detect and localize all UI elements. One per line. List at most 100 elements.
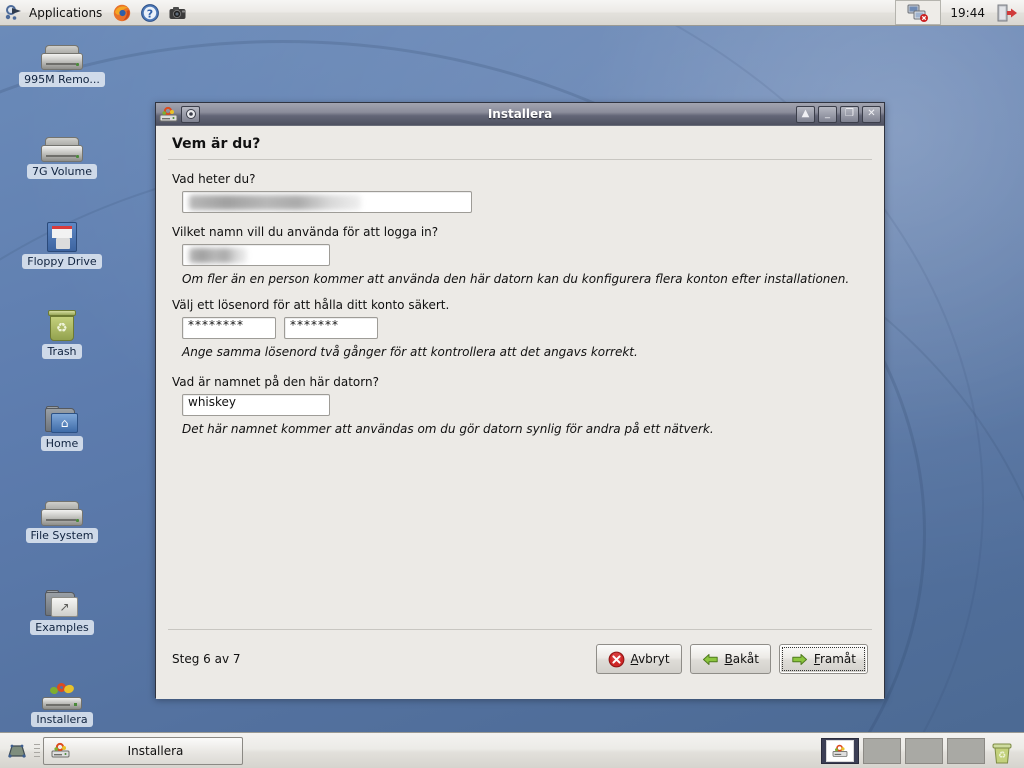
back-button-label: Bakåt [725,652,759,666]
desktop-icon-installer[interactable]: Installera [14,668,110,730]
applications-menu-label: Applications [29,5,103,20]
logout-icon[interactable] [994,2,1020,24]
desktop-icon-label: Examples [30,620,94,635]
filesystem-drive-icon [14,484,110,526]
bottom-panel: Installera ♻ [0,732,1024,768]
clock[interactable]: 19:44 [943,6,992,20]
workspace-1[interactable] [821,737,859,764]
desktop-icon-filesystem[interactable]: File System [14,484,110,546]
desktop-icon-label: 7G Volume [27,164,97,179]
help-icon: ? [140,3,160,23]
cancel-button-label: Avbryt [631,652,670,666]
password-input[interactable]: ******** [182,317,276,339]
redacted-username-value [189,248,247,263]
arrow-left-green-icon [702,651,719,668]
page-heading-area: Vem är du? [156,126,884,159]
step-indicator: Steg 6 av 7 [172,652,241,666]
floppy-disk-icon [14,210,110,252]
hostname-input[interactable]: whiskey [182,394,330,416]
forward-button-label: Framåt [814,652,856,666]
desktop-icon-volume[interactable]: 7G Volume [14,120,110,182]
desktop-icon-home[interactable]: ⌂ Home [14,392,110,454]
desktop-icon-label: Installera [31,712,93,727]
screenshot-camera-icon [168,3,188,23]
arrow-right-green-icon [791,651,808,668]
stick-on-all-workspaces-icon[interactable] [181,105,200,123]
firefox-icon [112,3,132,23]
cancel-rest: vbryt [638,652,670,666]
cancel-red-x-icon [608,651,625,668]
desktop-icon-label: Trash [42,344,82,359]
show-desktop-icon[interactable] [3,736,31,766]
examples-folder-link-icon: ↗ [14,576,110,618]
desktop-icon-label: 995M Remo... [19,72,105,87]
help-launcher[interactable]: ? [136,1,164,24]
workspace-4[interactable] [947,737,985,764]
harddisk-volume-icon [14,120,110,162]
ubuntu-installer-icon[interactable] [159,106,178,123]
window-close-button[interactable]: ✕ [862,105,881,123]
firefox-launcher[interactable] [108,1,136,24]
workspace-window-thumbnail [826,739,854,762]
password-confirm-input[interactable]: ******* [284,317,378,339]
svg-text:?: ? [147,7,153,20]
svg-text:♻: ♻ [998,751,1006,761]
cancel-mnemonic: A [630,652,639,666]
footer-buttons: Avbryt Bakåt Framåt [595,644,868,674]
password-hint: Ange samma lösenord två gånger för att k… [182,345,638,359]
top-panel-right-area: 19:44 [895,0,1024,25]
window-footer: Steg 6 av 7 Avbryt Bakåt Framåt [156,629,884,699]
workspace-2[interactable] [863,737,901,764]
desktop-icon-label: File System [25,528,99,543]
desktop-icon-examples[interactable]: ↗ Examples [14,576,110,638]
hostname-hint: Det här namnet kommer att användas om du… [182,422,714,436]
window-titlebar[interactable]: Installera ▲ _ ❐ ✕ [156,103,884,125]
trash-icon: ♻ [14,300,110,342]
installer-window: Installera ▲ _ ❐ ✕ Vem är du? Vad heter … [155,102,885,699]
cdrom-drive-icon [14,28,110,70]
gnome-foot-icon [4,3,24,23]
network-disconnected-icon[interactable] [895,0,942,25]
page-title: Vem är du? [172,136,261,152]
window-maximize-button[interactable]: ❐ [840,105,859,123]
desktop-icon-trash[interactable]: ♻ Trash [14,300,110,362]
back-mnemonic: B [724,652,733,666]
back-rest: akåt [732,652,759,666]
screenshot-launcher[interactable] [164,1,192,24]
taskbar-window-label: Installera [127,743,184,758]
window-body: Vem är du? Vad heter du? Vilket namn vil… [156,125,884,699]
password-label: Välj ett lösenord för att hålla ditt kon… [172,298,450,312]
desktop-icon-label: Home [40,436,84,451]
forward-button[interactable]: Framåt [778,644,868,674]
fullname-label: Vad heter du? [172,172,256,186]
username-input[interactable] [182,244,330,266]
window-minimize-button[interactable]: _ [818,105,837,123]
window-title: Installera [487,107,553,121]
hostname-label: Vad är namnet på den här datorn? [172,375,379,389]
window-shade-button[interactable]: ▲ [796,105,815,123]
desktop-icon-label: Floppy Drive [22,254,102,269]
username-hint: Om fler än en person kommer att använda … [182,272,850,286]
redacted-fullname-value [189,195,361,210]
desktop-icon-floppy[interactable]: Floppy Drive [14,210,110,272]
panel-drag-handle[interactable] [34,738,40,764]
user-setup-form: Vad heter du? Vilket namn vill du använd… [156,160,884,436]
back-button[interactable]: Bakåt [689,644,771,674]
ubuntu-installer-icon [14,668,110,710]
username-label: Vilket namn vill du använda för att logg… [172,225,439,239]
bottom-panel-right-area: ♻ [821,737,1021,765]
desktop-icon-cdrom[interactable]: 995M Remo... [14,28,110,90]
fullname-input[interactable] [182,191,472,213]
top-panel: Applications ? 19:44 [0,0,1024,26]
screen: 995M Remo... 7G Volume Floppy Drive ♻ Tr… [0,0,1024,768]
taskbar-window-button-installera[interactable]: Installera [43,736,243,765]
workspace-3[interactable] [905,737,943,764]
workspace-switcher[interactable] [821,737,985,764]
password-row: ******** ******* [172,317,868,339]
forward-rest: ramåt [819,652,856,666]
ubuntu-installer-icon [51,742,70,759]
applications-menu[interactable]: Applications [0,1,108,24]
cancel-button[interactable]: Avbryt [595,644,682,674]
home-folder-icon: ⌂ [14,392,110,434]
trash-icon[interactable]: ♻ [989,737,1015,765]
